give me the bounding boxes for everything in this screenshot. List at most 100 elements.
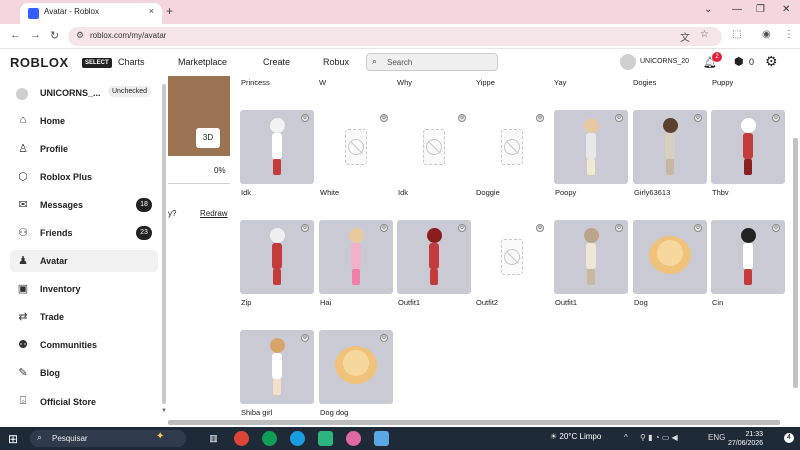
- sidebar-item-profile[interactable]: ♙ Profile: [10, 138, 158, 160]
- outfit-card[interactable]: ⚙: [554, 110, 628, 184]
- back-icon[interactable]: ←: [10, 29, 21, 41]
- taskbar-search[interactable]: ⌕ Pesquisar ✦: [30, 430, 186, 447]
- outfit-card[interactable]: ⚙: [711, 220, 785, 294]
- outfit-card[interactable]: ⚙: [397, 220, 471, 294]
- outfit-settings-icon[interactable]: ⚙: [772, 224, 780, 232]
- outfit-name[interactable]: W: [319, 78, 326, 87]
- sidebar-item-blog[interactable]: ✎ Blog: [10, 362, 158, 384]
- app-icon[interactable]: [318, 431, 333, 446]
- outfit-settings-icon[interactable]: ⚙: [458, 224, 466, 232]
- outfit-name[interactable]: Yay: [554, 78, 566, 87]
- sidebar-item-home[interactable]: ⌂ Home: [10, 110, 158, 132]
- sidebar-item-inventory[interactable]: ▣ Inventory: [10, 278, 158, 300]
- outfit-name[interactable]: Idk: [398, 188, 408, 197]
- outfit-card[interactable]: ⚙: [319, 330, 393, 404]
- outfit-settings-icon[interactable]: ⚙: [615, 114, 623, 122]
- nav-charts[interactable]: Charts: [118, 57, 145, 67]
- horizontal-scrollbar[interactable]: [168, 420, 780, 425]
- chrome-profile-icon[interactable]: [346, 431, 361, 446]
- sidebar-item-avatar[interactable]: ♟ Avatar: [10, 250, 158, 272]
- tab-search-icon[interactable]: ⌄: [704, 4, 712, 15]
- sidebar-scrollbar[interactable]: [162, 84, 166, 404]
- outfit-name[interactable]: Doggie: [476, 188, 500, 197]
- outfit-name[interactable]: Shiba girl: [241, 408, 272, 417]
- outfit-card[interactable]: ⚙: [240, 110, 314, 184]
- windows-start-icon[interactable]: ⊞: [8, 432, 18, 446]
- reload-icon[interactable]: ↻: [50, 29, 59, 42]
- sidebar-item-messages[interactable]: ✉ Messages 18: [10, 194, 158, 216]
- page-scrollbar[interactable]: [793, 138, 798, 388]
- outfit-card[interactable]: ⚙: [475, 220, 549, 294]
- outfit-name[interactable]: Puppy: [712, 78, 733, 87]
- photos-icon[interactable]: [374, 431, 389, 446]
- clock[interactable]: 21:33 27/06/2026: [728, 430, 763, 448]
- sidebar-item-friends[interactable]: ⚇ Friends 23: [10, 222, 158, 244]
- extensions-icon[interactable]: ⬚: [732, 29, 741, 40]
- robux-icon[interactable]: ⬢: [734, 55, 744, 68]
- sidebar-item-official-store[interactable]: ⌺ Official Store: [10, 391, 158, 413]
- outfit-name[interactable]: Outfit1: [398, 298, 420, 307]
- outfit-card[interactable]: ⚙: [319, 220, 393, 294]
- sidebar-item-roblox-plus[interactable]: ⬡ Roblox Plus: [10, 166, 158, 188]
- outfit-settings-icon[interactable]: ⚙: [536, 114, 544, 122]
- sidebar-item-trade[interactable]: ⇄ Trade: [10, 306, 158, 328]
- profile-icon[interactable]: ◉: [762, 29, 771, 40]
- edge-icon[interactable]: [290, 431, 305, 446]
- search-input[interactable]: ⌕ Search: [366, 53, 498, 71]
- outfit-card[interactable]: ⚙: [633, 110, 707, 184]
- translate-icon[interactable]: 文: [680, 29, 690, 44]
- maximize-button[interactable]: ❐: [756, 4, 765, 15]
- outfit-card[interactable]: ⚙: [240, 220, 314, 294]
- nav-create[interactable]: Create: [263, 57, 290, 67]
- outfit-name[interactable]: Thbv: [712, 188, 729, 197]
- outfit-name[interactable]: Cin: [712, 298, 723, 307]
- settings-gear-icon[interactable]: ⚙: [765, 53, 778, 70]
- outfit-name[interactable]: White: [320, 188, 339, 197]
- outfit-name[interactable]: Girly63613: [634, 188, 670, 197]
- weather-widget[interactable]: ☀ 20°C Limpo: [550, 432, 601, 441]
- outfit-name[interactable]: Outfit1: [555, 298, 577, 307]
- bookmark-star-icon[interactable]: ☆: [700, 29, 709, 40]
- language-indicator[interactable]: ENG: [708, 433, 725, 442]
- browser-tab[interactable]: Avatar - Roblox ×: [20, 3, 162, 24]
- chrome-alt-icon[interactable]: [262, 431, 277, 446]
- outfit-name[interactable]: Dog: [634, 298, 648, 307]
- outfit-name[interactable]: Why: [397, 78, 412, 87]
- outfit-card[interactable]: ⚙: [475, 110, 549, 184]
- tray-icons[interactable]: ⚲ ▮ ◔ ▭ ◀: [640, 433, 678, 442]
- roblox-logo[interactable]: ROBLOX: [10, 55, 69, 70]
- outfit-settings-icon[interactable]: ⚙: [301, 114, 309, 122]
- outfit-settings-icon[interactable]: ⚙: [380, 224, 388, 232]
- outfit-settings-icon[interactable]: ⚙: [694, 114, 702, 122]
- outfit-name[interactable]: Princess: [241, 78, 270, 87]
- chevron-up-icon[interactable]: ^: [624, 433, 628, 442]
- nav-marketplace[interactable]: Marketplace: [178, 57, 227, 67]
- nav-robux[interactable]: Robux: [323, 57, 349, 67]
- sidebar-item-communities[interactable]: ⚉ Communities: [10, 334, 158, 356]
- outfit-settings-icon[interactable]: ⚙: [694, 224, 702, 232]
- outfit-settings-icon[interactable]: ⚙: [615, 224, 623, 232]
- outfit-settings-icon[interactable]: ⚙: [536, 224, 544, 232]
- outfit-settings-icon[interactable]: ⚙: [301, 224, 309, 232]
- outfit-name[interactable]: Yippe: [476, 78, 495, 87]
- task-view-icon[interactable]: ▥: [206, 431, 221, 446]
- outfit-card[interactable]: ⚙: [554, 220, 628, 294]
- tab-close-icon[interactable]: ×: [149, 6, 154, 16]
- outfit-settings-icon[interactable]: ⚙: [458, 114, 466, 122]
- url-field[interactable]: ⚙ roblox.com/my/avatar: [68, 27, 722, 46]
- scroll-down-icon[interactable]: ▼: [161, 408, 167, 414]
- outfit-name[interactable]: Dog dog: [320, 408, 348, 417]
- outfit-name[interactable]: Poopy: [555, 188, 576, 197]
- outfit-card[interactable]: ⚙: [240, 330, 314, 404]
- outfit-name[interactable]: Idk: [241, 188, 251, 197]
- outfit-name[interactable]: Zip: [241, 298, 251, 307]
- notification-count[interactable]: 4: [784, 433, 794, 443]
- redraw-link[interactable]: Redraw: [200, 209, 228, 218]
- new-tab-button[interactable]: +: [166, 4, 173, 18]
- outfit-card[interactable]: ⚙: [319, 110, 393, 184]
- outfit-card[interactable]: ⚙: [711, 110, 785, 184]
- outfit-settings-icon[interactable]: ⚙: [772, 114, 780, 122]
- outfit-card[interactable]: ⚙: [397, 110, 471, 184]
- outfit-card[interactable]: ⚙: [633, 220, 707, 294]
- outfit-settings-icon[interactable]: ⚙: [380, 334, 388, 342]
